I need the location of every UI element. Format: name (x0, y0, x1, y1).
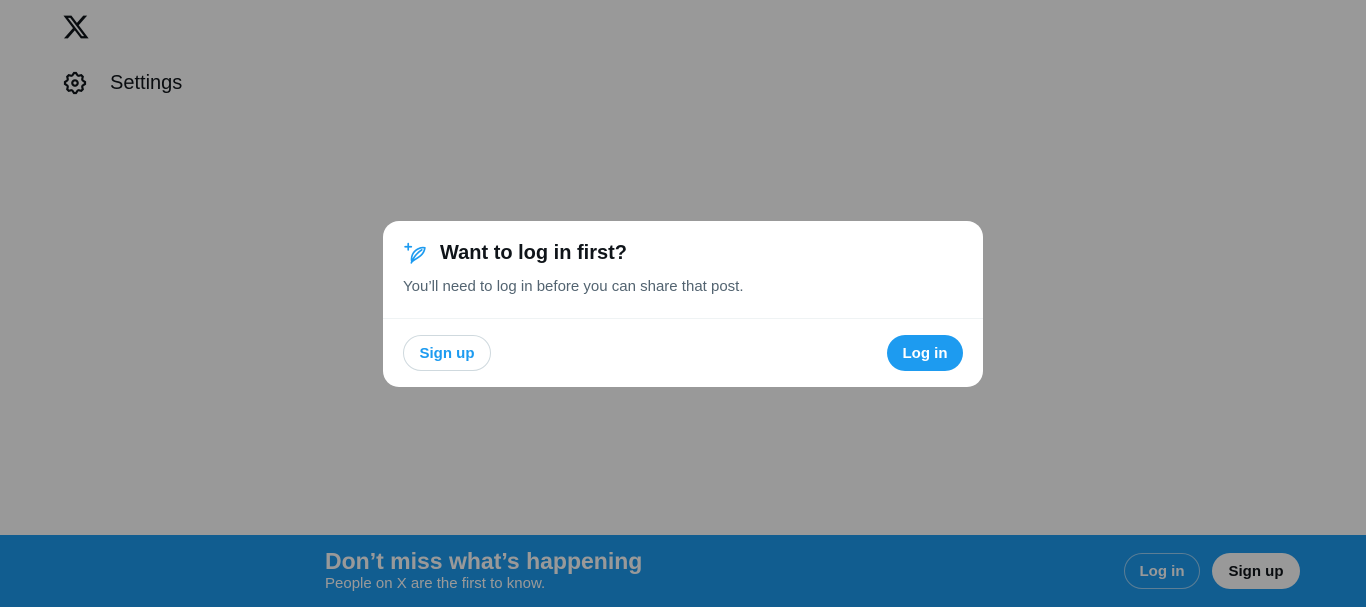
dialog-header: Want to log in first? (403, 241, 627, 266)
dialog-title: Want to log in first? (440, 242, 628, 264)
dialog-message: You’ll need to log in before you can sha… (403, 278, 744, 295)
dialog-divider (383, 318, 983, 319)
login-prompt-dialog: Want to log in first? You’ll need to log… (383, 221, 983, 387)
page: Settings Don’t miss what’s happening Peo… (0, 0, 1366, 607)
feather-sparkle-icon (404, 242, 426, 264)
dialog-login-button[interactable]: Log in (887, 335, 963, 371)
dialog-signup-button[interactable]: Sign up (403, 335, 491, 371)
